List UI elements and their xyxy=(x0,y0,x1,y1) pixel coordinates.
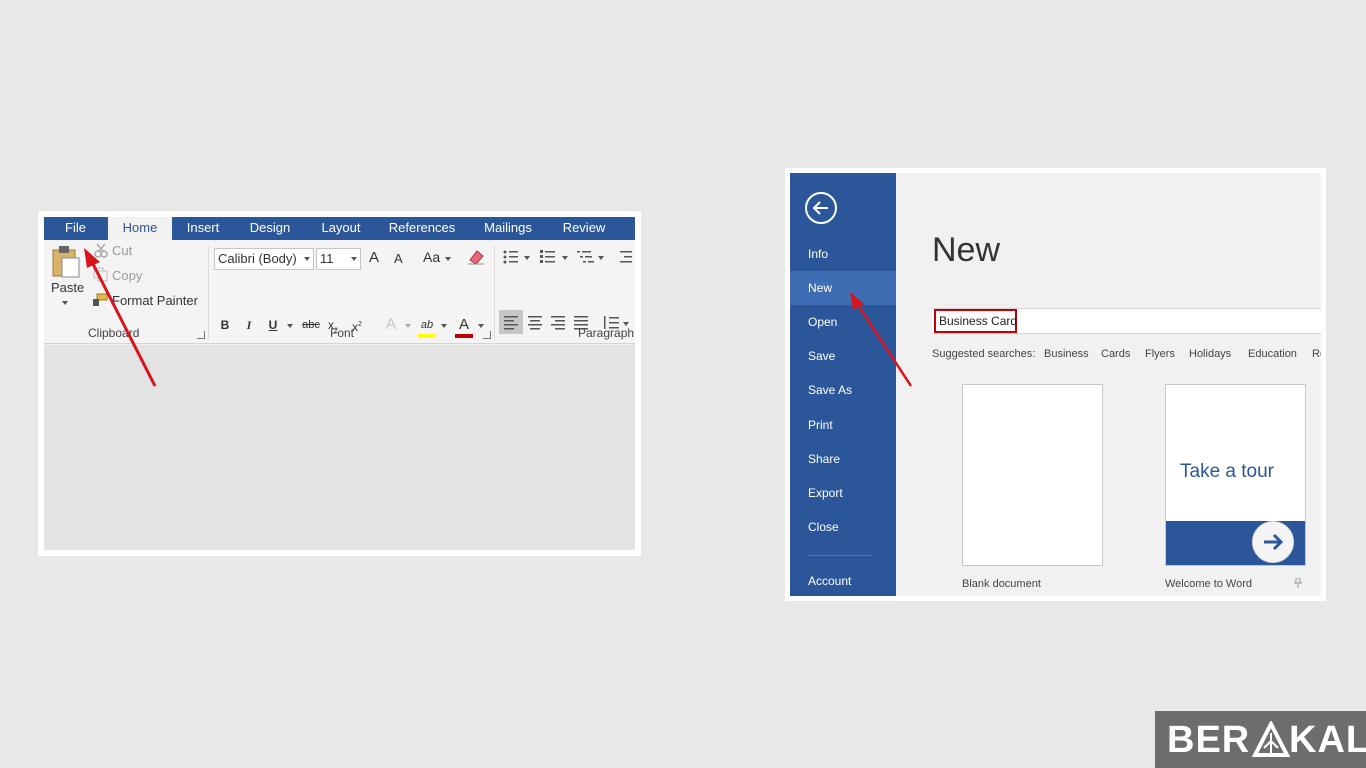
group-divider xyxy=(208,246,209,340)
blank-document-label: Blank document xyxy=(962,578,1041,590)
suggested-cards[interactable]: Cards xyxy=(1101,348,1130,360)
font-color-bar xyxy=(455,334,473,338)
menu-item-print[interactable]: Print xyxy=(790,408,896,442)
tab-review[interactable]: Review xyxy=(556,217,612,240)
copy-icon xyxy=(93,267,108,282)
paste-dropdown-icon[interactable] xyxy=(62,301,68,305)
word-window: File Home Insert Design Layout Reference… xyxy=(44,217,635,550)
watermark-text-left: BER xyxy=(1167,719,1251,761)
watermark-logo: BER KAL xyxy=(1155,711,1366,768)
watermark-text-right: KAL xyxy=(1289,719,1366,761)
font-group-label: Font xyxy=(330,326,355,340)
text-effects-dropdown-icon[interactable] xyxy=(405,324,411,328)
font-color-dropdown-icon[interactable] xyxy=(478,324,484,328)
format-painter-button[interactable]: Format Painter xyxy=(112,293,198,308)
font-launcher-icon[interactable] xyxy=(483,331,491,339)
suggested-re[interactable]: Re xyxy=(1312,348,1321,360)
change-case-button[interactable]: Aa xyxy=(423,249,440,265)
search-input[interactable]: Business Card xyxy=(934,309,1017,333)
arrow-right-icon xyxy=(1264,533,1284,551)
paste-icon[interactable] xyxy=(50,244,82,278)
ribbon-tab-bar: File Home Insert Design Layout Reference… xyxy=(44,217,635,241)
grow-font-button[interactable]: A xyxy=(369,249,379,266)
chevron-down-icon xyxy=(304,257,310,261)
menu-item-open[interactable]: Open xyxy=(790,305,896,339)
italic-button[interactable]: I xyxy=(242,315,256,335)
suggested-business[interactable]: Business xyxy=(1044,348,1089,360)
menu-item-close[interactable]: Close xyxy=(790,510,896,544)
ribbon-home-content: Paste Cut Copy Format Painter Clipboard xyxy=(44,240,635,344)
clipboard-launcher-icon[interactable] xyxy=(197,331,205,339)
text-effects-button[interactable]: A xyxy=(382,315,400,335)
tab-home[interactable]: Home xyxy=(108,217,172,241)
paragraph-group-label: Paragraph xyxy=(578,326,635,340)
change-case-dropdown-icon[interactable] xyxy=(445,257,451,261)
chevron-down-icon xyxy=(351,257,357,261)
cut-button[interactable]: Cut xyxy=(112,243,132,258)
menu-item-share[interactable]: Share xyxy=(790,442,896,476)
suggested-holidays[interactable]: Holidays xyxy=(1189,348,1231,360)
menu-item-new[interactable]: New xyxy=(790,271,896,305)
tab-file[interactable]: File xyxy=(44,217,107,240)
clear-formatting-icon[interactable] xyxy=(467,249,485,265)
suggested-education[interactable]: Education xyxy=(1248,348,1297,360)
suggested-searches-label: Suggested searches: xyxy=(932,348,1036,360)
paragraph-lists-icons[interactable] xyxy=(502,249,632,265)
ribbon-screenshot: File Home Insert Design Layout Reference… xyxy=(38,211,641,556)
menu-item-info[interactable]: Info xyxy=(790,237,896,271)
font-size-value: 11 xyxy=(320,251,334,266)
strikethrough-button[interactable]: abc xyxy=(300,315,322,335)
document-area[interactable] xyxy=(44,345,635,550)
menu-item-account[interactable]: Account xyxy=(790,564,896,596)
format-painter-icon xyxy=(93,293,108,306)
highlight-color-bar xyxy=(418,334,436,338)
backstage-screenshot: Info New Open Save Save As Print Share E… xyxy=(785,168,1326,601)
suggested-flyers[interactable]: Flyers xyxy=(1145,348,1175,360)
tab-layout[interactable]: Layout xyxy=(312,217,370,240)
backstage-sidebar: Info New Open Save Save As Print Share E… xyxy=(790,173,896,596)
scissors-icon xyxy=(94,243,108,258)
font-name-combo[interactable]: Calibri (Body) xyxy=(214,248,314,270)
tab-mailings[interactable]: Mailings xyxy=(476,217,540,240)
underline-button[interactable]: U xyxy=(266,315,280,335)
back-button[interactable] xyxy=(805,192,837,224)
highlight-button[interactable]: ab xyxy=(418,315,436,335)
menu-item-save-as[interactable]: Save As xyxy=(790,373,896,407)
font-color-button[interactable]: A xyxy=(455,315,473,335)
sidebar-separator xyxy=(808,555,872,556)
group-divider xyxy=(494,246,495,340)
copy-button[interactable]: Copy xyxy=(112,268,142,283)
blank-document-template[interactable] xyxy=(962,384,1103,566)
clipboard-group-label: Clipboard xyxy=(88,326,140,340)
superscript-mark: 2 xyxy=(358,321,362,328)
leaf-logo-icon xyxy=(1252,721,1290,757)
highlight-dropdown-icon[interactable] xyxy=(441,324,447,328)
tab-references[interactable]: References xyxy=(382,217,462,240)
underline-dropdown-icon[interactable] xyxy=(287,324,293,328)
pin-icon[interactable] xyxy=(1294,578,1302,589)
back-arrow-icon xyxy=(812,201,828,215)
backstage-window: Info New Open Save Save As Print Share E… xyxy=(790,173,1321,596)
page-title: New xyxy=(932,231,1001,269)
menu-item-export[interactable]: Export xyxy=(790,476,896,510)
welcome-to-word-label: Welcome to Word xyxy=(1165,578,1253,590)
font-name-value: Calibri (Body) xyxy=(218,251,297,266)
bold-button[interactable]: B xyxy=(218,315,232,335)
font-size-combo[interactable]: 11 xyxy=(316,248,361,270)
tour-arrow-button[interactable] xyxy=(1252,521,1294,563)
shrink-font-button[interactable]: A xyxy=(394,251,403,266)
menu-item-save[interactable]: Save xyxy=(790,339,896,373)
take-a-tour-heading: Take a tour xyxy=(1180,461,1274,482)
welcome-template[interactable]: Take a tour xyxy=(1165,384,1306,566)
tab-design[interactable]: Design xyxy=(242,217,298,240)
paste-button[interactable]: Paste xyxy=(51,280,84,295)
tab-insert[interactable]: Insert xyxy=(176,217,230,240)
